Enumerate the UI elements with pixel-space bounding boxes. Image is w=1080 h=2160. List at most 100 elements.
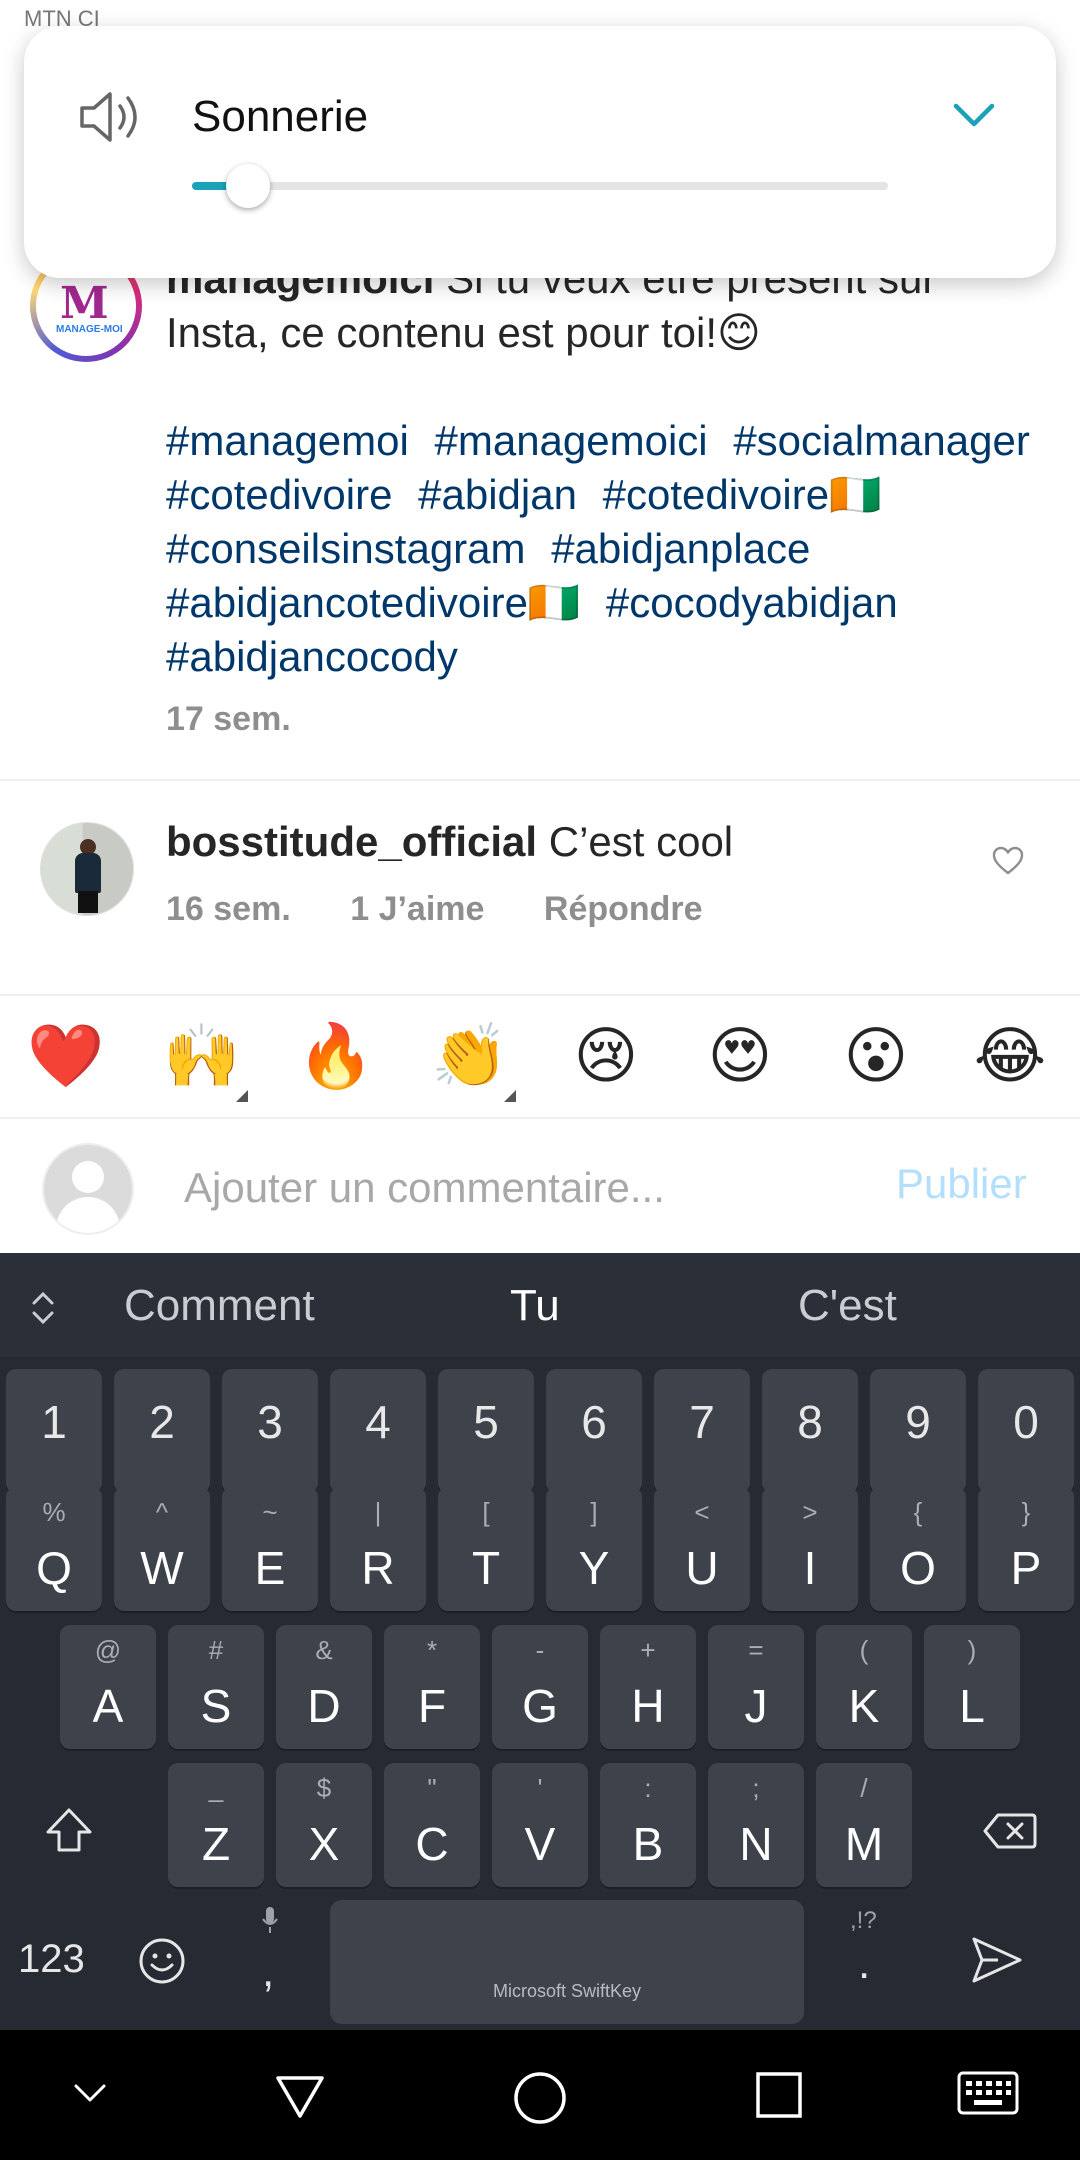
- key-j[interactable]: = J: [708, 1625, 804, 1749]
- key-label: D: [307, 1680, 341, 1732]
- key-label: F: [417, 1680, 447, 1732]
- key-secondary-label: $: [316, 1773, 332, 1803]
- key-y[interactable]: ] Y: [546, 1487, 642, 1611]
- emoji-reaction-5[interactable]: 😢: [566, 1022, 646, 1092]
- emoji-reaction-6[interactable]: 😍: [700, 1022, 780, 1092]
- emoji-reaction-7[interactable]: 😮: [836, 1022, 916, 1092]
- key-i[interactable]: > I: [762, 1487, 858, 1611]
- backspace-icon[interactable]: [982, 1811, 1038, 1851]
- home-icon[interactable]: [512, 2070, 568, 2126]
- emoji-reaction-2[interactable]: 🙌: [162, 1022, 248, 1102]
- key-e[interactable]: ~ E: [222, 1487, 318, 1611]
- key-secondary-label: |: [374, 1497, 382, 1527]
- emoji-key-icon[interactable]: [138, 1937, 186, 1985]
- key-1[interactable]: 1: [6, 1369, 102, 1493]
- key-4[interactable]: 4: [330, 1369, 426, 1493]
- key-k[interactable]: (K: [816, 1625, 912, 1749]
- key-g[interactable]: -G: [492, 1625, 588, 1749]
- send-icon[interactable]: [970, 1935, 1024, 1985]
- hashtag-link[interactable]: #socialmanager: [733, 417, 1030, 464]
- key-s[interactable]: # S: [168, 1625, 264, 1749]
- publish-button[interactable]: Publier: [896, 1160, 1027, 1208]
- comment-input[interactable]: [184, 1158, 844, 1218]
- key-x[interactable]: $ X: [276, 1763, 372, 1887]
- key-secondary-label: =: [748, 1635, 764, 1665]
- numbers-mode-key[interactable]: 123: [18, 1937, 85, 1982]
- chevron-down-icon[interactable]: [950, 98, 998, 134]
- key-c[interactable]: " C: [384, 1763, 480, 1887]
- heart-icon[interactable]: [992, 846, 1024, 876]
- key-2[interactable]: 2: [114, 1369, 210, 1493]
- shift-icon[interactable]: [42, 1804, 96, 1858]
- hashtag-link[interactable]: #managemoi: [166, 417, 409, 464]
- key-h[interactable]: + H: [600, 1625, 696, 1749]
- suggestion-3[interactable]: C'est: [798, 1281, 897, 1331]
- key-label: 6: [581, 1396, 607, 1448]
- expand-toolbar-icon[interactable]: [28, 1289, 58, 1327]
- comma-key[interactable]: ,: [262, 1947, 274, 1997]
- hashtag-link[interactable]: #abidjancocody: [166, 633, 458, 680]
- user-avatar: [42, 1143, 134, 1235]
- key-8[interactable]: 8: [762, 1369, 858, 1493]
- volume-slider-thumb[interactable]: [225, 164, 270, 208]
- recents-icon[interactable]: [754, 2070, 804, 2120]
- emoji-reaction-8[interactable]: 😂: [970, 1022, 1050, 1092]
- period-key[interactable]: .: [858, 1939, 870, 1989]
- hashtag-link[interactable]: #abidjancotedivoire🇨🇮: [166, 579, 580, 626]
- key-u[interactable]: < U: [654, 1487, 750, 1611]
- key-l[interactable]: ) L: [924, 1625, 1020, 1749]
- post-timestamp: 17 sem.: [166, 700, 291, 738]
- comment-likes-link[interactable]: 1 J’aime: [350, 890, 484, 928]
- emoji-reaction-4[interactable]: 👏: [430, 1022, 516, 1102]
- emoji-reaction-1[interactable]: ❤️: [26, 1022, 106, 1092]
- key-d[interactable]: & D: [276, 1625, 372, 1749]
- key-o[interactable]: {O: [870, 1487, 966, 1611]
- keyboard-switch-icon[interactable]: [956, 2070, 1020, 2116]
- key-z[interactable]: _ Z: [168, 1763, 264, 1887]
- hashtag-link[interactable]: #abidjan: [418, 471, 577, 518]
- key-0[interactable]: 0: [978, 1369, 1074, 1493]
- back-icon[interactable]: [274, 2070, 326, 2122]
- key-n[interactable]: ; N: [708, 1763, 804, 1887]
- key-label: U: [685, 1542, 719, 1594]
- volume-slider[interactable]: [192, 164, 888, 208]
- key-6[interactable]: 6: [546, 1369, 642, 1493]
- key-w[interactable]: ^ W: [114, 1487, 210, 1611]
- key-v[interactable]: ' V: [492, 1763, 588, 1887]
- key-9[interactable]: 9: [870, 1369, 966, 1493]
- key-m[interactable]: / M: [816, 1763, 912, 1887]
- key-3[interactable]: 3: [222, 1369, 318, 1493]
- hashtag-link[interactable]: #cocodyabidjan: [606, 579, 898, 626]
- emoji-reaction-3[interactable]: 🔥: [296, 1022, 376, 1092]
- key-label: E: [254, 1542, 286, 1594]
- suggestion-bar: Comment Tu C'est: [0, 1253, 1080, 1357]
- key-secondary-label: [: [482, 1497, 490, 1527]
- key-f[interactable]: * F: [384, 1625, 480, 1749]
- key-t[interactable]: [T: [438, 1487, 534, 1611]
- suggestion-2[interactable]: Tu: [510, 1281, 560, 1331]
- hashtag-link[interactable]: #cotedivoire🇨🇮: [603, 471, 882, 518]
- speaker-icon[interactable]: [76, 88, 146, 146]
- hashtag-link[interactable]: #cotedivoire: [166, 471, 392, 518]
- space-bar[interactable]: Microsoft SwiftKey: [330, 1900, 804, 2024]
- comment-reply-link[interactable]: Répondre: [544, 890, 703, 928]
- key-label: X: [308, 1818, 340, 1870]
- key-5[interactable]: 5: [438, 1369, 534, 1493]
- key-q[interactable]: % Q: [6, 1487, 102, 1611]
- key-p[interactable]: } P: [978, 1487, 1074, 1611]
- hide-keyboard-icon[interactable]: [68, 2070, 112, 2114]
- hashtag-link[interactable]: #managemoici: [434, 417, 707, 464]
- hashtag-link[interactable]: #conseilsinstagram: [166, 525, 526, 572]
- key-a[interactable]: @ A: [60, 1625, 156, 1749]
- key-label: 1: [41, 1396, 67, 1448]
- suggestion-1[interactable]: Comment: [124, 1281, 315, 1331]
- commenter-username[interactable]: bosstitude_official: [166, 818, 537, 865]
- hashtag-link[interactable]: #abidjanplace: [551, 525, 810, 572]
- key-label: K: [848, 1680, 880, 1732]
- key-7[interactable]: 7: [654, 1369, 750, 1493]
- key-b[interactable]: :B: [600, 1763, 696, 1887]
- key-secondary-label: :: [644, 1773, 652, 1803]
- key-r[interactable]: | R: [330, 1487, 426, 1611]
- key-label: 4: [365, 1396, 391, 1448]
- commenter-avatar[interactable]: [40, 822, 134, 916]
